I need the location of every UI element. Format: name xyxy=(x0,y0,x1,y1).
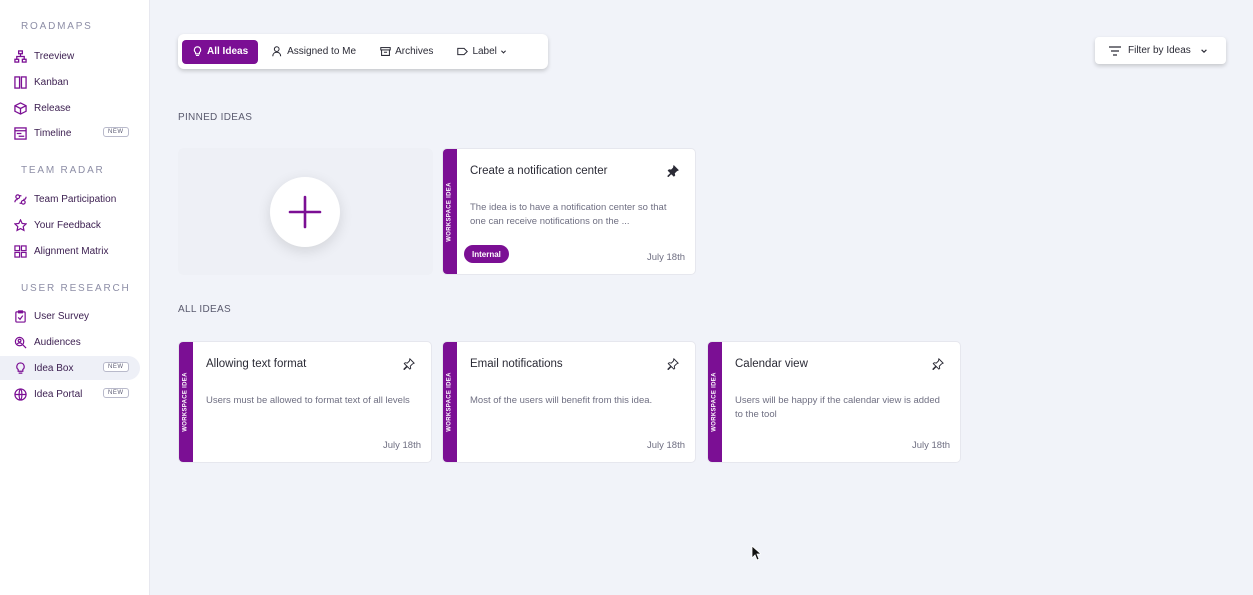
idea-date: July 18th xyxy=(382,440,421,451)
idea-date: July 18th xyxy=(646,252,685,263)
idea-title: Email notifications xyxy=(470,358,563,370)
tab-label: Label xyxy=(472,46,497,57)
new-badge: NEW xyxy=(103,127,129,137)
idea-description: Most of the users will benefit from this… xyxy=(470,395,653,406)
sidebar-item-label: Alignment Matrix xyxy=(34,245,109,257)
idea-description: Users will be happy if the calendar view… xyxy=(735,395,940,420)
filter-label: Filter by Ideas xyxy=(1128,45,1191,56)
release-icon xyxy=(14,101,27,115)
idea-date: July 18th xyxy=(911,440,950,451)
sidebar-item-idea-box[interactable]: Idea Box NEW xyxy=(0,356,140,380)
sidebar-item-label: Timeline xyxy=(34,127,72,139)
clipboard-icon xyxy=(14,309,27,323)
new-badge: NEW xyxy=(103,388,129,398)
sidebar-item-label: Team Participation xyxy=(34,193,117,205)
sidebar-item-label: Idea Box xyxy=(34,362,74,374)
sidebar-item-label: Audiences xyxy=(34,336,81,348)
sidebar-item-label: Release xyxy=(34,102,71,114)
kanban-icon xyxy=(14,75,27,89)
sidebar-item-treeview[interactable]: Treeview xyxy=(0,44,140,68)
star-icon xyxy=(14,218,27,232)
tab-archives[interactable]: Archives xyxy=(370,40,443,64)
matrix-icon xyxy=(14,244,27,258)
all-ideas-heading: ALL IDEAS xyxy=(178,304,231,315)
sidebar-item-your-feedback[interactable]: Your Feedback xyxy=(0,213,140,237)
pin-outline-icon[interactable] xyxy=(403,357,415,371)
section-title-roadmaps: ROADMAPS xyxy=(21,21,93,32)
idea-card[interactable]: WORKSPACE IDEA Calendar view Users will … xyxy=(707,341,961,463)
archive-icon xyxy=(380,46,391,57)
new-badge: NEW xyxy=(103,362,129,372)
sidebar-item-label: User Survey xyxy=(34,310,90,322)
sidebar-item-idea-portal[interactable]: Idea Portal NEW xyxy=(0,382,140,406)
strip-label: WORKSPACE IDEA xyxy=(183,372,189,432)
idea-tabs: All Ideas Assigned to Me Archives Label xyxy=(178,34,548,69)
workspace-idea-strip: WORKSPACE IDEA xyxy=(179,342,193,462)
sidebar-item-label: Idea Portal xyxy=(34,388,83,400)
tab-label: Assigned to Me xyxy=(287,46,357,57)
sidebar-item-label: Kanban xyxy=(34,76,69,88)
workspace-idea-strip: WORKSPACE IDEA xyxy=(708,342,722,462)
label-chip[interactable]: Internal xyxy=(464,245,509,263)
idea-card[interactable]: WORKSPACE IDEA Email notifications Most … xyxy=(442,341,696,463)
sidebar-item-release[interactable]: Release xyxy=(0,96,140,120)
pin-outline-icon[interactable] xyxy=(667,357,679,371)
tab-label-dropdown[interactable]: Label xyxy=(447,40,516,64)
team-participation-icon xyxy=(14,193,27,206)
idea-title: Calendar view xyxy=(735,358,808,370)
pinned-ideas-heading: PINNED IDEAS xyxy=(178,112,253,123)
workspace-idea-strip: WORKSPACE IDEA xyxy=(443,342,457,462)
sidebar-item-audiences[interactable]: Audiences xyxy=(0,330,140,354)
timeline-icon xyxy=(14,126,27,140)
sidebar-item-timeline[interactable]: Timeline NEW xyxy=(0,121,140,145)
tab-all-ideas[interactable]: All Ideas xyxy=(182,39,259,64)
tag-icon xyxy=(457,46,469,57)
tab-label: Archives xyxy=(395,46,434,57)
user-icon xyxy=(272,46,283,57)
lightbulb-icon xyxy=(192,46,203,57)
strip-label: WORKSPACE IDEA xyxy=(447,181,453,242)
idea-title: Create a notification center xyxy=(470,165,608,177)
idea-description: Users must be allowed to format text of … xyxy=(206,395,410,406)
treeview-icon xyxy=(14,49,27,63)
globe-icon xyxy=(14,387,27,401)
idea-description: The idea is to have a notification cente… xyxy=(470,202,667,227)
strip-label: WORKSPACE IDEA xyxy=(712,372,718,432)
sidebar-item-label: Your Feedback xyxy=(34,219,101,231)
section-title-user-research: USER RESEARCH xyxy=(21,283,131,294)
tab-label: All Ideas xyxy=(207,46,249,57)
sidebar-item-label: Treeview xyxy=(34,50,75,62)
pin-outline-icon[interactable] xyxy=(932,357,944,371)
audience-search-icon xyxy=(14,336,27,349)
lightbulb-icon xyxy=(14,361,27,375)
section-title-team-radar: TEAM RADAR xyxy=(21,165,105,176)
idea-date: July 18th xyxy=(646,440,685,451)
sidebar: ROADMAPS Treeview Kanban Release Timelin… xyxy=(0,0,150,595)
idea-title: Allowing text format xyxy=(206,358,307,370)
filter-icon xyxy=(1109,45,1121,56)
add-idea-button[interactable] xyxy=(270,177,340,247)
add-idea-card xyxy=(178,148,433,275)
sidebar-item-user-survey[interactable]: User Survey xyxy=(0,304,140,328)
tab-assigned-to-me[interactable]: Assigned to Me xyxy=(262,40,366,64)
mouse-cursor-icon xyxy=(751,545,761,561)
idea-card[interactable]: WORKSPACE IDEA Allowing text format User… xyxy=(178,341,432,463)
strip-label: WORKSPACE IDEA xyxy=(447,372,453,432)
sidebar-item-alignment-matrix[interactable]: Alignment Matrix xyxy=(0,239,140,263)
workspace-idea-strip: WORKSPACE IDEA xyxy=(443,149,457,274)
pin-icon[interactable] xyxy=(667,164,679,178)
sidebar-item-kanban[interactable]: Kanban xyxy=(0,70,140,94)
chevron-down-icon xyxy=(1200,48,1207,53)
plus-icon xyxy=(288,195,322,229)
idea-card[interactable]: WORKSPACE IDEA Create a notification cen… xyxy=(442,148,696,275)
chevron-down-icon xyxy=(500,46,507,57)
filter-by-ideas-button[interactable]: Filter by Ideas xyxy=(1095,37,1226,64)
sidebar-item-team-participation[interactable]: Team Participation xyxy=(0,187,140,211)
